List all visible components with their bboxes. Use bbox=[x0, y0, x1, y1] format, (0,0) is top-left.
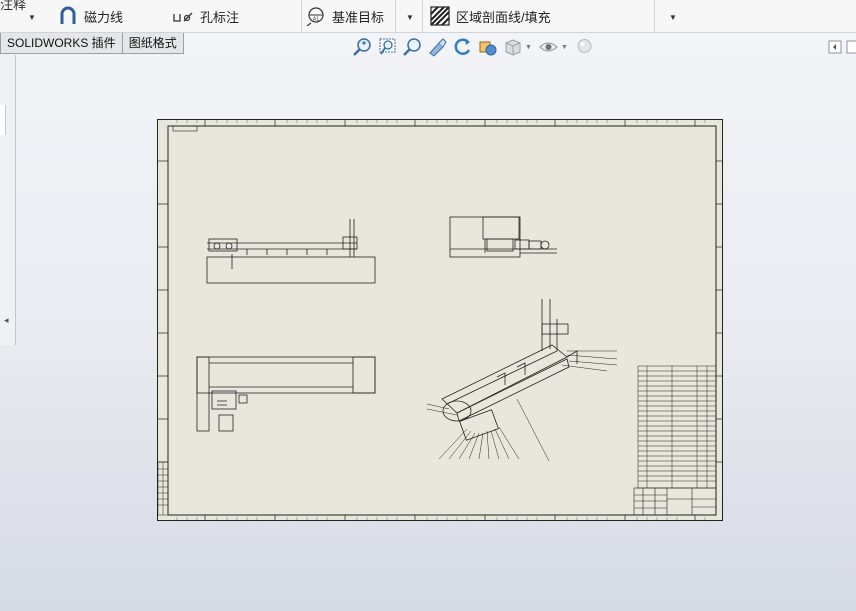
tab-sheet-format[interactable]: 图纸格式 bbox=[122, 33, 184, 54]
magnet-icon bbox=[58, 6, 78, 26]
hide-show-icon[interactable] bbox=[538, 37, 559, 57]
magnetic-line-button[interactable]: 磁力线 bbox=[58, 5, 123, 27]
datum-target-icon: A1 bbox=[306, 6, 326, 27]
ribbon-divider bbox=[654, 0, 655, 33]
magnetic-line-label: 磁力线 bbox=[84, 9, 124, 25]
ribbon-divider bbox=[301, 0, 302, 33]
drawing-sheet[interactable] bbox=[157, 119, 723, 521]
hole-callout-icon bbox=[172, 6, 194, 26]
feature-manager-collapsed-pane[interactable]: ◂ bbox=[0, 55, 16, 345]
heads-up-view-toolbar: ▼ ▼ bbox=[352, 37, 595, 57]
view-orientation-icon[interactable] bbox=[477, 37, 498, 57]
chevron-down-icon[interactable]: ▼ bbox=[406, 13, 414, 22]
ribbon-group-label: 注释 bbox=[0, 0, 27, 12]
previous-view-icon[interactable] bbox=[402, 37, 423, 57]
rotate-icon[interactable] bbox=[452, 37, 473, 57]
chevron-down-icon[interactable]: ▼ bbox=[28, 13, 36, 22]
chevron-down-icon[interactable]: ▼ bbox=[561, 44, 568, 51]
area-hatch-label: 区域剖面线/填充 bbox=[456, 9, 551, 25]
chevron-down-icon[interactable]: ▼ bbox=[669, 13, 677, 22]
zoom-to-area-icon[interactable] bbox=[377, 37, 398, 57]
display-style-icon[interactable] bbox=[502, 37, 523, 57]
zoom-to-fit-icon[interactable] bbox=[352, 37, 373, 57]
tab-solidworks-addins[interactable]: SOLIDWORKS 插件 bbox=[0, 33, 123, 54]
ribbon-divider bbox=[395, 0, 396, 33]
chevron-down-icon[interactable]: ▼ bbox=[525, 44, 532, 51]
collapse-panel-icon[interactable] bbox=[828, 40, 842, 54]
hole-callout-button[interactable]: 孔标注 bbox=[172, 5, 239, 27]
pane-toggle-icon[interactable]: ◂ bbox=[4, 315, 9, 326]
ribbon-divider bbox=[422, 0, 423, 33]
section-view-icon[interactable] bbox=[427, 37, 448, 57]
datum-target-button[interactable]: A1 基准目标 bbox=[306, 5, 384, 27]
command-manager-tabs: SOLIDWORKS 插件 图纸格式 bbox=[0, 33, 184, 55]
pane-tab[interactable] bbox=[0, 105, 6, 135]
task-pane-icon[interactable] bbox=[846, 40, 856, 54]
datum-target-label: 基准目标 bbox=[332, 9, 385, 25]
ribbon-toolbar: 注释 ▼ 磁力线 孔标注 A1 基准目标 ▼ 区域剖面线/填充 ▼ bbox=[0, 0, 856, 33]
hole-callout-label: 孔标注 bbox=[200, 9, 240, 25]
hatch-fill-icon bbox=[430, 6, 450, 26]
appearance-icon[interactable] bbox=[574, 37, 595, 57]
area-hatch-button[interactable]: 区域剖面线/填充 bbox=[430, 5, 551, 27]
svg-text:A1: A1 bbox=[313, 17, 320, 23]
